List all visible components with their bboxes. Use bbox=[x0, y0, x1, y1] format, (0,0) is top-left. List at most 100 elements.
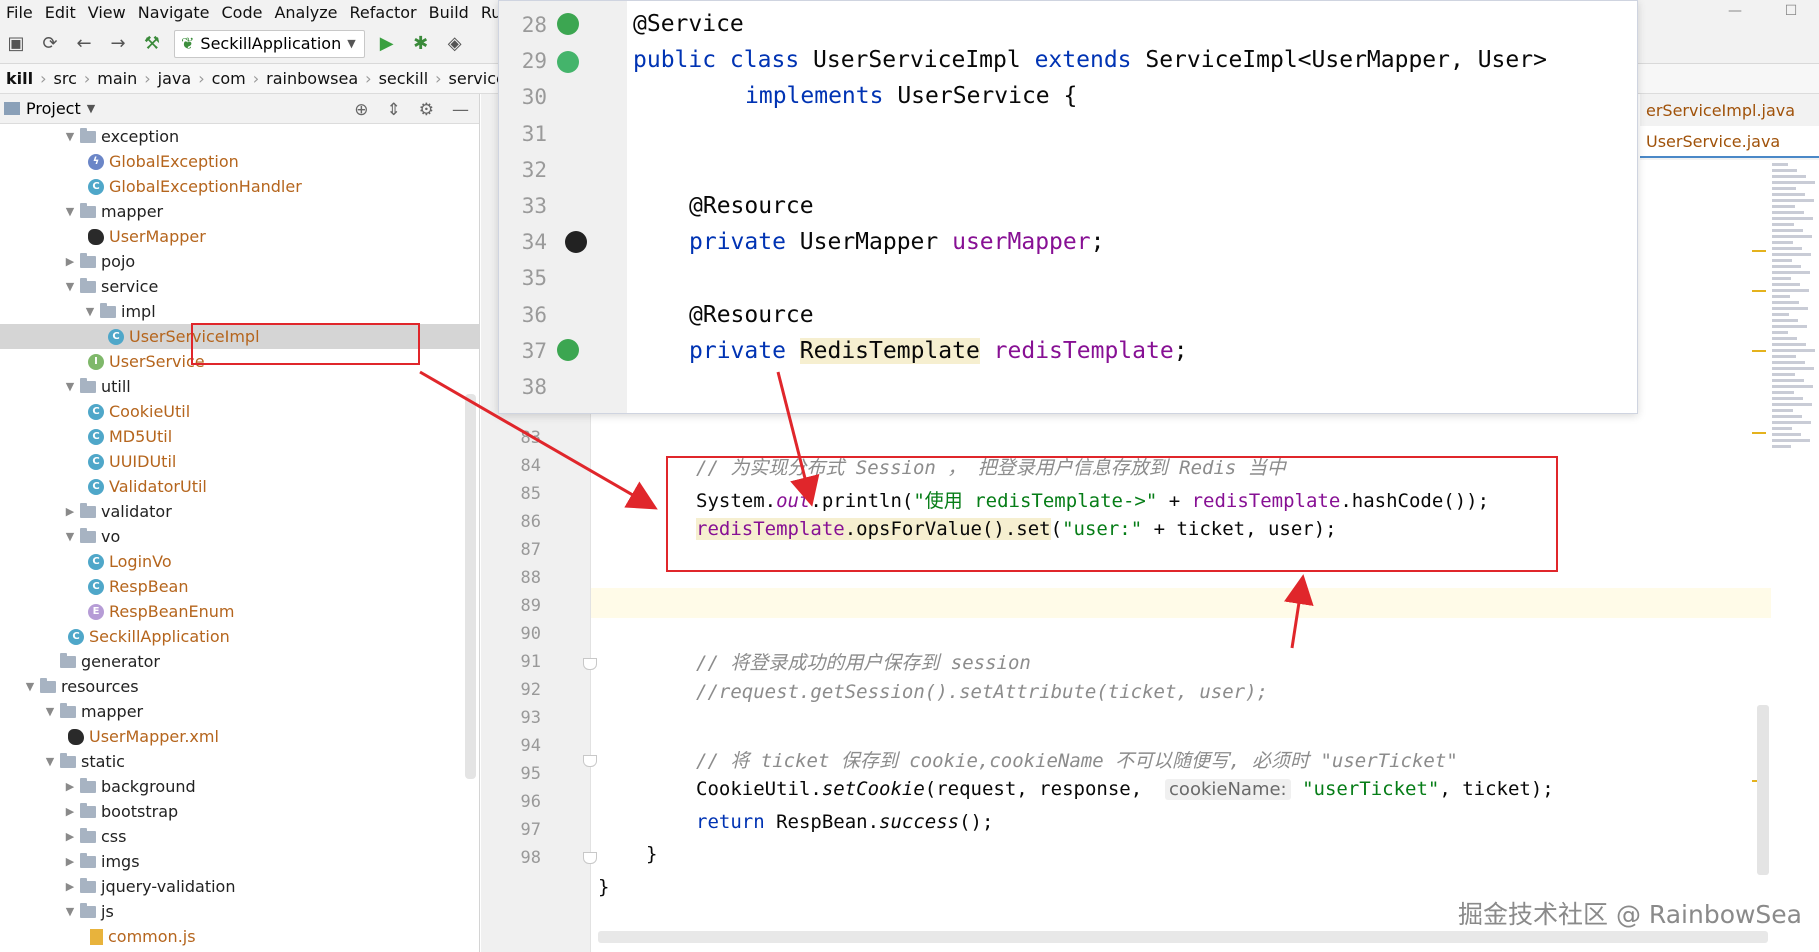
crumb-src[interactable]: src bbox=[50, 69, 81, 88]
spring-bean-icon[interactable] bbox=[557, 13, 579, 35]
chevron-right-icon[interactable]: ▶ bbox=[62, 805, 78, 818]
tree-item[interactable]: ▶ bootstrap bbox=[0, 799, 479, 824]
tree-item[interactable]: ▼ mapper bbox=[0, 699, 479, 724]
tree-item[interactable]: C LoginVo bbox=[0, 549, 479, 574]
mybatis-bird-icon[interactable] bbox=[565, 231, 587, 253]
menu-file[interactable]: File bbox=[0, 3, 39, 22]
chevron-down-icon[interactable]: ▼ bbox=[62, 205, 78, 218]
tree-item-label: utill bbox=[101, 377, 131, 396]
warning-mark[interactable] bbox=[1752, 432, 1766, 434]
coverage-icon[interactable]: ◈ bbox=[443, 32, 467, 56]
chevron-right-icon[interactable]: ▶ bbox=[62, 855, 78, 868]
forward-icon[interactable]: → bbox=[106, 32, 130, 56]
tree-item[interactable]: ▼ utill bbox=[0, 374, 479, 399]
chevron-right-icon[interactable]: ▶ bbox=[62, 830, 78, 843]
menu-code[interactable]: Code bbox=[216, 3, 269, 22]
menu-view[interactable]: View bbox=[82, 3, 132, 22]
tree-item[interactable]: ▼ static bbox=[0, 749, 479, 774]
tree-item[interactable]: common.js bbox=[0, 924, 479, 949]
maximize-icon[interactable]: ☐ bbox=[1763, 0, 1819, 24]
project-title[interactable]: Project bbox=[26, 99, 81, 118]
gear-icon[interactable]: ⚙ bbox=[419, 100, 434, 120]
chevron-down-icon[interactable]: ▼ bbox=[87, 102, 95, 115]
tree-item[interactable]: ▶ jquery-validation bbox=[0, 874, 479, 899]
tree-item[interactable]: ▼ service bbox=[0, 274, 479, 299]
chevron-right-icon[interactable]: ▶ bbox=[62, 780, 78, 793]
chevron-down-icon[interactable]: ▼ bbox=[62, 130, 78, 143]
tree-item[interactable]: C SeckillApplication bbox=[0, 624, 479, 649]
tree-item[interactable]: E RespBeanEnum bbox=[0, 599, 479, 624]
back-icon[interactable]: ← bbox=[72, 32, 96, 56]
chevron-right-icon[interactable]: ▶ bbox=[62, 880, 78, 893]
debug-icon[interactable]: ✱ bbox=[409, 32, 433, 56]
menu-build[interactable]: Build bbox=[423, 3, 475, 22]
tree-item[interactable]: ▼ vo bbox=[0, 524, 479, 549]
minimize-icon[interactable]: — bbox=[1707, 0, 1763, 24]
tab-userserviceimpl[interactable]: erServiceImpl.java bbox=[1640, 94, 1819, 126]
chevron-down-icon[interactable]: ▼ bbox=[62, 280, 78, 293]
tree-item[interactable]: ϟ GlobalException bbox=[0, 149, 479, 174]
tree-item[interactable]: ▶ css bbox=[0, 824, 479, 849]
editor-scrollbar-horizontal[interactable] bbox=[598, 931, 1768, 943]
tree-item[interactable]: generator bbox=[0, 649, 479, 674]
chevron-down-icon[interactable]: ▼ bbox=[42, 755, 58, 768]
menu-edit[interactable]: Edit bbox=[39, 3, 82, 22]
crumb-main[interactable]: main bbox=[93, 69, 141, 88]
save-icon[interactable]: ▣ bbox=[4, 32, 28, 56]
crumb-rainbowsea[interactable]: rainbowsea bbox=[262, 69, 362, 88]
tree-item[interactable]: ▼ resources bbox=[0, 674, 479, 699]
fold-marker[interactable] bbox=[583, 755, 597, 767]
project-scrollbar[interactable] bbox=[465, 394, 476, 779]
chevron-right-icon[interactable]: ▶ bbox=[62, 505, 78, 518]
chevron-down-icon[interactable]: ▼ bbox=[82, 305, 98, 318]
crumb-java[interactable]: java bbox=[154, 69, 196, 88]
code-token: (); bbox=[959, 811, 994, 833]
tree-item[interactable]: UserMapper.xml bbox=[0, 724, 479, 749]
chevron-down-icon[interactable]: ▼ bbox=[62, 380, 78, 393]
warning-mark[interactable] bbox=[1752, 250, 1766, 252]
tree-item[interactable]: ▼ mapper bbox=[0, 199, 479, 224]
tree-item[interactable]: C MD5Util bbox=[0, 424, 479, 449]
tree-item[interactable]: C RespBean bbox=[0, 574, 479, 599]
menu-navigate[interactable]: Navigate bbox=[132, 3, 216, 22]
implements-gutter-icon[interactable] bbox=[557, 51, 579, 73]
tree-item[interactable]: ▶ background bbox=[0, 774, 479, 799]
tree-item[interactable]: C GlobalExceptionHandler bbox=[0, 174, 479, 199]
autowired-bean-icon[interactable] bbox=[557, 339, 579, 361]
fold-marker[interactable] bbox=[583, 852, 597, 864]
chevron-down-icon[interactable]: ▼ bbox=[42, 705, 58, 718]
chevron-down-icon[interactable]: ▼ bbox=[22, 680, 38, 693]
code-line-91: //request.getSession().setAttribute(tick… bbox=[696, 681, 1268, 703]
menu-analyze[interactable]: Analyze bbox=[268, 3, 343, 22]
tree-item[interactable]: C UUIDUtil bbox=[0, 449, 479, 474]
hide-icon[interactable]: — bbox=[452, 100, 469, 120]
menu-refactor[interactable]: Refactor bbox=[344, 3, 423, 22]
sync-icon[interactable]: ⟳ bbox=[38, 32, 62, 56]
fold-marker[interactable] bbox=[583, 658, 597, 670]
tree-item[interactable]: C CookieUtil bbox=[0, 399, 479, 424]
tree-item[interactable]: C ValidatorUtil bbox=[0, 474, 479, 499]
run-configuration-select[interactable]: ❦ SeckillApplication ▼ bbox=[174, 29, 365, 58]
crumb-module[interactable]: kill bbox=[2, 69, 37, 88]
chevron-right-icon[interactable]: ▶ bbox=[62, 255, 78, 268]
tree-item[interactable]: ▼ js bbox=[0, 899, 479, 924]
crumb-com[interactable]: com bbox=[208, 69, 250, 88]
tree-item[interactable]: ▼ impl bbox=[0, 299, 479, 324]
tree-item[interactable]: ▶ validator bbox=[0, 499, 479, 524]
chevron-down-icon[interactable]: ▼ bbox=[62, 530, 78, 543]
locate-icon[interactable]: ⊕ bbox=[354, 100, 368, 120]
tree-item[interactable]: ▼ exception bbox=[0, 124, 479, 149]
collapse-all-icon[interactable]: ⇕ bbox=[387, 100, 401, 120]
run-icon[interactable]: ▶ bbox=[375, 32, 399, 56]
warning-mark[interactable] bbox=[1752, 290, 1766, 292]
tab-userservice[interactable]: UserService.java bbox=[1640, 126, 1819, 158]
build-hammer-icon[interactable]: ⚒ bbox=[140, 32, 164, 56]
editor-scrollbar-vertical[interactable] bbox=[1757, 705, 1769, 875]
warning-mark[interactable] bbox=[1752, 350, 1766, 352]
tree-item[interactable]: ▶ pojo bbox=[0, 249, 479, 274]
crumb-seckill[interactable]: seckill bbox=[375, 69, 433, 88]
tree-item[interactable]: UserMapper bbox=[0, 224, 479, 249]
chevron-down-icon[interactable]: ▼ bbox=[62, 905, 78, 918]
popup-line-number: 34 bbox=[521, 230, 547, 255]
tree-item[interactable]: ▶ imgs bbox=[0, 849, 479, 874]
